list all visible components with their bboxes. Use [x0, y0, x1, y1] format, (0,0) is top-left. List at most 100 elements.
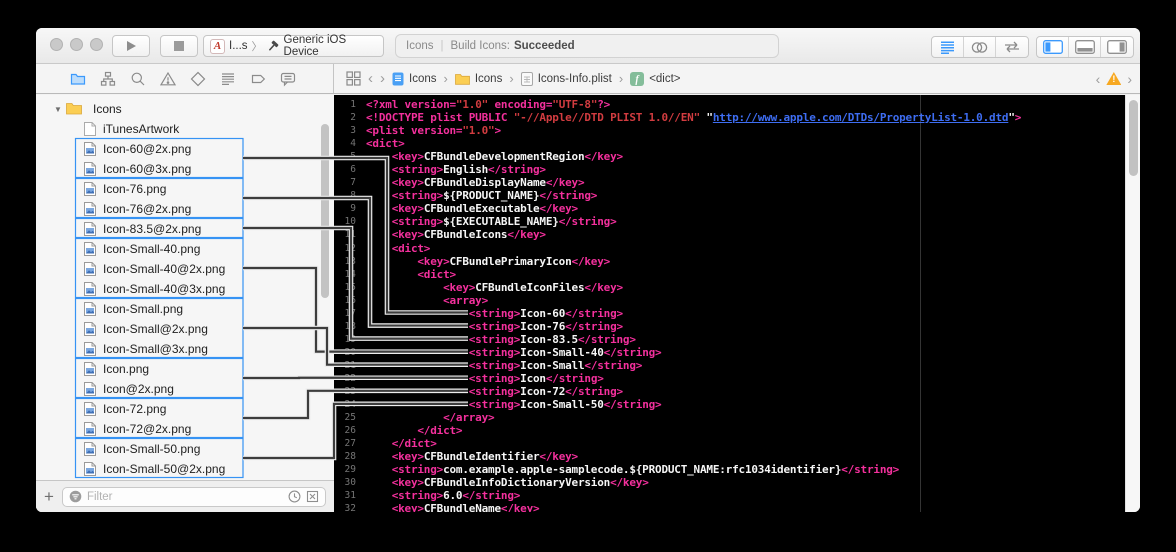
line-number: 29: [334, 463, 356, 476]
jumpbar-item-0[interactable]: Icons: [392, 72, 437, 86]
issue-navigation: ‹ ! ›: [1096, 64, 1132, 93]
view-toggle-segmented-control: [1036, 36, 1134, 58]
line-number: 6: [334, 163, 356, 176]
editor-scrollbar[interactable]: [1125, 95, 1140, 512]
navigator-tab-tests[interactable]: [190, 71, 206, 87]
file-name: Icon.png: [103, 362, 149, 376]
file-row-Icon@2x.png[interactable]: Icon@2x.png: [36, 379, 334, 399]
code-line-12: 12 <dict>: [334, 242, 1125, 255]
back-button[interactable]: ‹: [368, 70, 373, 87]
file-row-Icon-Small-50.png[interactable]: Icon-Small-50.png: [36, 439, 334, 459]
file-row-Icon-Small-40.png[interactable]: Icon-Small-40.png: [36, 239, 334, 259]
line-number: 15: [334, 281, 356, 294]
jumpbar-item-2[interactable]: Icons-Info.plist: [521, 72, 612, 86]
file-row-Icon-60@3x.png[interactable]: Icon-60@3x.png: [36, 159, 334, 179]
file-row-Icon-72@2x.png[interactable]: Icon-72@2x.png: [36, 419, 334, 439]
line-number: 1: [334, 98, 356, 111]
code-line-9: 9 <key>CFBundleExecutable</key>: [334, 202, 1125, 215]
source-control-status-icon[interactable]: [306, 490, 319, 503]
navigator-tab-reports[interactable]: [220, 71, 236, 87]
file-row-Icon-83.5@2x.png[interactable]: Icon-83.5@2x.png: [36, 219, 334, 239]
file-row-Icon-72.png[interactable]: Icon-72.png: [36, 399, 334, 419]
line-number: 31: [334, 489, 356, 502]
assistant-editor-button[interactable]: [964, 37, 996, 57]
standard-editor-button[interactable]: [932, 37, 964, 57]
image-file-icon: [84, 262, 97, 276]
file-row-Icon-60@2x.png[interactable]: Icon-60@2x.png: [36, 139, 334, 159]
activity-status: Icons | Build Icons: Succeeded: [395, 34, 779, 58]
warning-icon[interactable]: !: [1106, 72, 1121, 85]
file-row-Icon-Small@2x.png[interactable]: Icon-Small@2x.png: [36, 319, 334, 339]
code-line-21: 21 <string>Icon-Small</string>: [334, 359, 1125, 372]
file-name: Icon-Small@2x.png: [103, 322, 208, 336]
chevron-right-icon: 〉: [252, 38, 263, 54]
file-row-Icon-Small-40@3x.png[interactable]: Icon-Small-40@3x.png: [36, 279, 334, 299]
navigator-tab-logs[interactable]: [280, 71, 296, 87]
line-number: 2: [334, 111, 356, 124]
navigator-tab-symbols[interactable]: [100, 71, 116, 87]
editor-mode-segmented-control: [931, 36, 1029, 58]
code-line-32: 32 <key>CFBundleName</key>: [334, 502, 1125, 512]
file-row-Icon-Small@3x.png[interactable]: Icon-Small@3x.png: [36, 339, 334, 359]
breadcrumb-separator: ›: [509, 71, 513, 86]
minimize-window-button[interactable]: [70, 38, 83, 51]
folder-icon: [66, 102, 82, 116]
code-line-24: 24 <string>Icon-Small-50</string>: [334, 398, 1125, 411]
file-row-Icon-76.png[interactable]: Icon-76.png: [36, 179, 334, 199]
code-line-6: 6 <string>English</string>: [334, 163, 1125, 176]
next-issue-button[interactable]: ›: [1127, 71, 1132, 87]
editor-scrollbar-thumb[interactable]: [1129, 100, 1138, 176]
image-file-icon: [84, 282, 97, 296]
jumpbar-item-3[interactable]: f<dict>: [630, 72, 680, 86]
hammer-icon: [267, 40, 280, 53]
image-file-icon: [84, 362, 97, 376]
navigator-tab-breakpoints[interactable]: [250, 71, 266, 87]
file-row-Icon-Small.png[interactable]: Icon-Small.png: [36, 299, 334, 319]
code-line-16: 16 <array>: [334, 294, 1125, 307]
image-file-icon: [84, 222, 97, 236]
code-line-26: 26 </dict>: [334, 424, 1125, 437]
stop-button[interactable]: [160, 35, 198, 57]
close-window-button[interactable]: [50, 38, 63, 51]
code-line-27: 27 </dict>: [334, 437, 1125, 450]
run-button[interactable]: [112, 35, 150, 57]
file-row-Icon-Small-50@2x.png[interactable]: Icon-Small-50@2x.png: [36, 459, 334, 479]
line-number: 18: [334, 320, 356, 333]
scheme-name: I...s: [229, 40, 248, 52]
recent-files-clock-icon[interactable]: [288, 490, 301, 503]
sidebar-scrollbar[interactable]: [321, 124, 329, 298]
line-number: 14: [334, 268, 356, 281]
stop-icon: [174, 41, 184, 51]
file-name: Icon-60@3x.png: [103, 162, 191, 176]
image-file-icon: [84, 242, 97, 256]
disclosure-triangle-icon[interactable]: ▼: [54, 105, 66, 114]
file-row-Icon-Small-40@2x.png[interactable]: Icon-Small-40@2x.png: [36, 259, 334, 279]
file-row-Icon-76@2x.png[interactable]: Icon-76@2x.png: [36, 199, 334, 219]
file-row-Icon.png[interactable]: Icon.png: [36, 359, 334, 379]
filter-field[interactable]: [62, 487, 326, 507]
utilities-panel-toggle[interactable]: [1101, 37, 1133, 57]
scheme-selector[interactable]: A I...s 〉 Generic iOS Device: [203, 35, 384, 57]
tree-root-icons-group[interactable]: ▼Icons: [36, 99, 334, 119]
jumpbar-item-1[interactable]: Icons: [455, 73, 503, 85]
navigator-panel-toggle[interactable]: [1037, 37, 1069, 57]
debug-area-toggle[interactable]: [1069, 37, 1101, 57]
code-line-23: 23 <string>Icon-72</string>: [334, 385, 1125, 398]
version-editor-button[interactable]: [996, 37, 1028, 57]
previous-issue-button[interactable]: ‹: [1096, 71, 1101, 87]
toolbar: A I...s 〉 Generic iOS Device Icons | Bui…: [36, 28, 1140, 64]
project-doc-icon: [392, 72, 404, 86]
function-icon: f: [630, 72, 644, 86]
add-file-button[interactable]: +: [44, 487, 54, 507]
navigator-tab-search[interactable]: [130, 71, 146, 87]
filter-input[interactable]: [87, 491, 283, 503]
source-editor[interactable]: 1<?xml version="1.0" encoding="UTF-8"?>2…: [334, 95, 1125, 512]
file-name: Icon-60@2x.png: [103, 142, 191, 156]
file-row-iTunesArtwork[interactable]: iTunesArtwork: [36, 119, 334, 139]
navigator-tab-issues[interactable]: [160, 71, 176, 87]
navigator-tab-project[interactable]: [70, 71, 86, 87]
related-items-icon[interactable]: [346, 71, 361, 86]
zoom-window-button[interactable]: [90, 38, 103, 51]
forward-button[interactable]: ›: [380, 70, 385, 87]
jumpbar-item-label: Icons: [409, 73, 437, 85]
